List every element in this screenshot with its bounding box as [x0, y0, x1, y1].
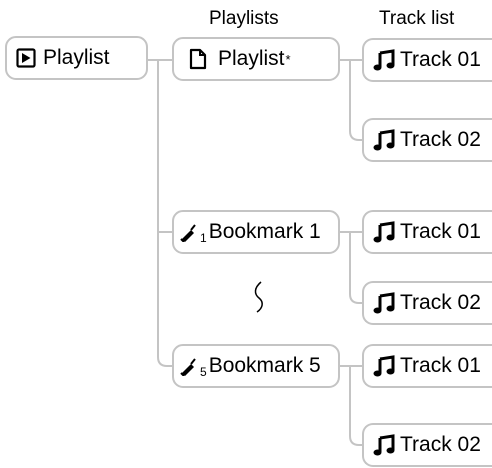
track-node[interactable]: Track 02	[362, 281, 492, 325]
track-list-header: Track list	[379, 8, 455, 29]
music-note-icon	[373, 434, 395, 456]
music-note-icon	[373, 129, 395, 151]
bookmark-1-node[interactable]: 1 Bookmark 1	[172, 210, 340, 254]
music-note-icon	[373, 355, 395, 377]
bookmark-5-label: Bookmark 5	[208, 354, 321, 377]
bookmark-5-node[interactable]: 5 Bookmark 5	[172, 344, 340, 388]
bookmark-icon	[179, 222, 199, 242]
document-icon	[189, 48, 207, 70]
playlists-header: Playlists	[209, 8, 279, 29]
playlist-modified-mark: *	[285, 51, 291, 67]
track-label: Track 01	[400, 354, 481, 377]
track-node[interactable]: Track 02	[362, 423, 492, 467]
track-node[interactable]: Track 01	[362, 344, 492, 388]
playlist-label: Playlist	[218, 47, 285, 70]
track-node[interactable]: Track 02	[362, 118, 492, 162]
track-label: Track 02	[400, 128, 481, 151]
track-label: Track 02	[400, 291, 481, 314]
playlist-play-icon	[16, 48, 36, 68]
music-note-icon	[373, 221, 395, 243]
music-note-icon	[373, 49, 395, 71]
track-label: Track 01	[400, 48, 481, 71]
bookmark-1-index: 1	[200, 231, 207, 245]
track-label: Track 02	[400, 433, 481, 456]
bookmark-1-label: Bookmark 1	[208, 220, 321, 243]
bookmark-5-index: 5	[200, 365, 207, 379]
track-label: Track 01	[400, 220, 481, 243]
bookmark-icon	[179, 356, 199, 376]
track-node[interactable]: Track 01	[362, 38, 492, 82]
root-playlist-node[interactable]: Playlist	[5, 36, 148, 80]
wavy-continuation-icon	[254, 281, 263, 313]
playlist-node[interactable]: Playlist *	[172, 37, 340, 81]
track-node[interactable]: Track 01	[362, 210, 492, 254]
root-label: Playlist	[43, 46, 110, 69]
music-note-icon	[373, 292, 395, 314]
